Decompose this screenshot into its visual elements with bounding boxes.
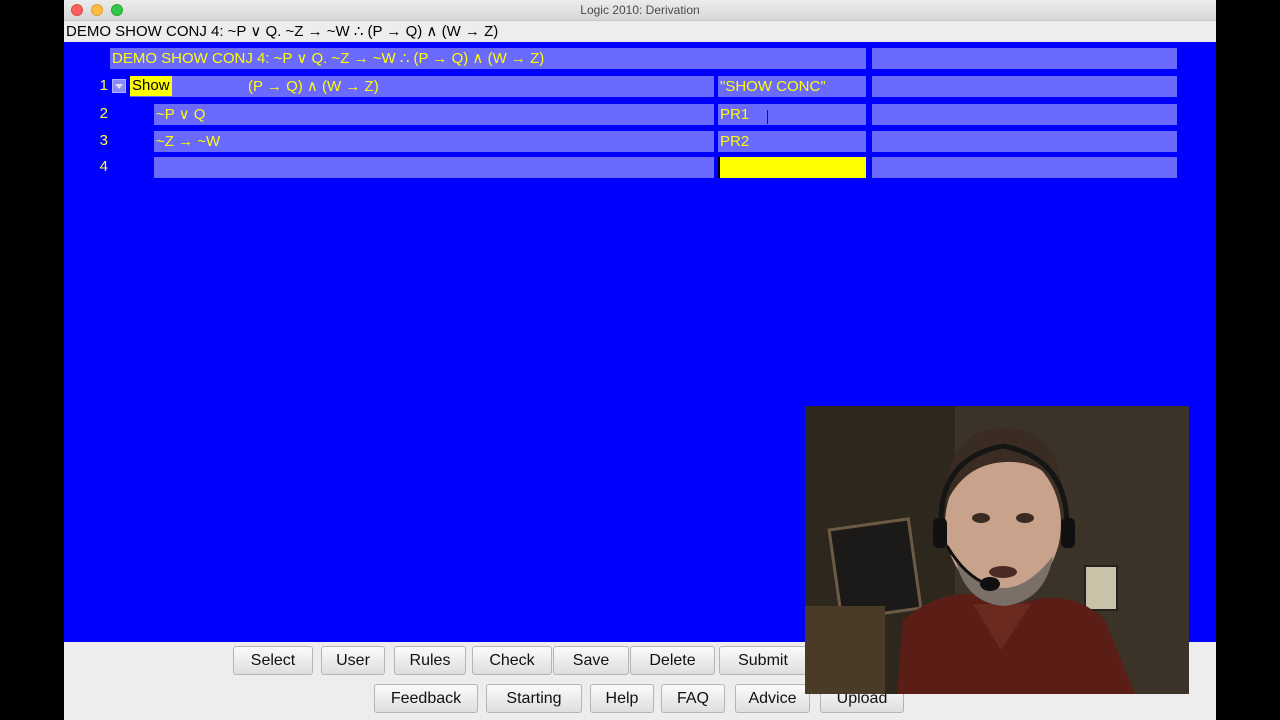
- line-number: 4: [99, 158, 108, 175]
- justification-cell[interactable]: PR2: [718, 131, 866, 152]
- text-cursor-icon: [767, 110, 770, 124]
- starting-button[interactable]: Starting: [486, 684, 582, 713]
- show-keyword: Show: [130, 76, 172, 96]
- formula-cell[interactable]: ~Z → ~W: [154, 131, 714, 152]
- faq-button[interactable]: FAQ: [661, 684, 725, 713]
- save-button[interactable]: Save: [553, 646, 629, 675]
- justification-cell[interactable]: "SHOW CONC": [718, 76, 866, 97]
- formula-cell[interactable]: ~P ∨ Q: [154, 104, 714, 125]
- delete-button[interactable]: Delete: [630, 646, 715, 675]
- feedback-button[interactable]: Feedback: [374, 684, 478, 713]
- check-button[interactable]: Check: [472, 646, 552, 675]
- line-number: 1: [99, 77, 108, 94]
- title-bar: Logic 2010: Derivation: [64, 0, 1216, 21]
- formula-cell[interactable]: (P → Q) ∧ (W → Z): [130, 76, 714, 97]
- advice-button[interactable]: Advice: [735, 684, 810, 713]
- line-number: 2: [99, 105, 108, 122]
- presenter-video-icon: [805, 406, 1189, 694]
- line-number: 3: [99, 132, 108, 149]
- annotation-cell[interactable]: [872, 76, 1177, 97]
- derivation-title-cell: DEMO SHOW CONJ 4: ~P ∨ Q. ~Z → ~W ∴ (P →…: [110, 48, 866, 69]
- formula-cell[interactable]: [154, 157, 714, 178]
- justification-cell-active[interactable]: [718, 157, 866, 178]
- collapse-toggle-icon[interactable]: [112, 79, 126, 93]
- title-extra-cell: [872, 48, 1177, 69]
- window-title: Logic 2010: Derivation: [580, 3, 700, 17]
- justification-cell[interactable]: PR1: [718, 104, 866, 125]
- annotation-cell[interactable]: [872, 157, 1177, 178]
- user-button[interactable]: User: [321, 646, 385, 675]
- submit-button[interactable]: Submit: [719, 646, 807, 675]
- annotation-cell[interactable]: [872, 131, 1177, 152]
- webcam-overlay: [805, 406, 1189, 694]
- select-button[interactable]: Select: [233, 646, 313, 675]
- help-button[interactable]: Help: [590, 684, 654, 713]
- problem-header: DEMO SHOW CONJ 4: ~P ∨ Q. ~Z → ~W ∴ (P →…: [66, 23, 499, 40]
- rules-button[interactable]: Rules: [394, 646, 466, 675]
- annotation-cell[interactable]: [872, 104, 1177, 125]
